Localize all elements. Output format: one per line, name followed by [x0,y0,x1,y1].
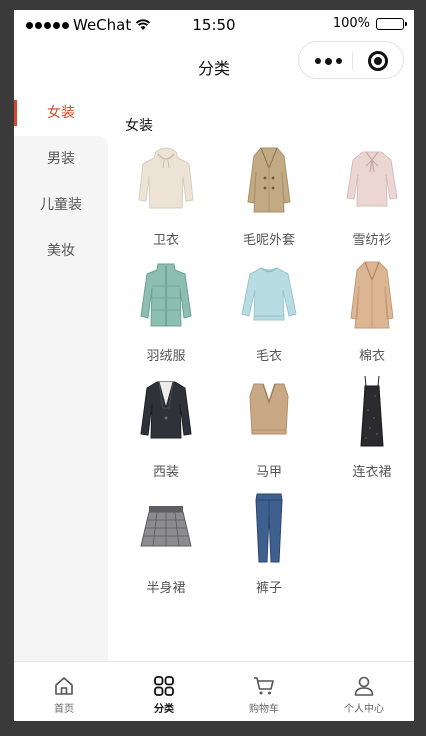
category-item-hoodie[interactable]: 卫衣 [125,140,207,256]
category-item-label: 卫衣 [152,233,179,248]
category-item-down-jacket[interactable]: 羽绒服 [125,256,207,372]
category-item-label: 雪纺衫 [352,233,392,248]
battery-percent: 100% [332,16,370,31]
sidebar-background [14,274,108,661]
tab-profile[interactable]: 个人中心 [314,662,414,721]
vest-icon [249,383,289,435]
battery-icon [376,17,407,30]
category-item-label: 毛衣 [255,349,282,364]
sidebar-item-kids[interactable]: 儿童装 [14,182,108,228]
sidebar-item-label: 儿童装 [40,197,82,213]
category-item-sweater[interactable]: 毛衣 [228,256,310,372]
section-title: 女装 [125,118,153,134]
category-grid-icon [154,676,174,696]
down-jacket-icon [140,263,192,327]
navigation-bar: 分类 [14,40,414,90]
category-item-chiffon[interactable]: 雪纺衫 [331,140,413,256]
user-icon [354,676,374,696]
category-item-jeans[interactable]: 裤子 [228,488,310,604]
category-item-skirt[interactable]: 半身裙 [125,488,207,604]
miniprogram-capsule [298,41,404,79]
category-item-vest[interactable]: 马甲 [228,372,310,488]
category-item-cotton-coat[interactable]: 棉衣 [331,256,413,372]
sidebar-item-mens[interactable]: 男装 [14,136,108,182]
sidebar-item-label: 女装 [47,105,75,121]
sweater-icon [241,267,297,321]
sidebar-item-beauty[interactable]: 美妆 [14,228,108,274]
category-item-label: 裤子 [255,581,282,596]
status-right: 100% [332,16,407,31]
wool-coat-icon [247,147,291,213]
tab-label: 分类 [154,704,174,715]
more-icon[interactable] [315,57,342,65]
close-circle-icon[interactable] [368,51,388,71]
status-bar: WeChat 15:50 100% [14,10,414,40]
category-item-label: 羽绒服 [146,349,186,364]
category-item-wool-coat[interactable]: 毛呢外套 [228,140,310,256]
blazer-icon [140,381,192,439]
tab-home[interactable]: 首页 [14,662,114,721]
tab-label: 个人中心 [344,704,384,715]
category-item-label: 毛呢外套 [242,233,295,248]
category-item-label: 西装 [152,465,179,480]
dress-icon [360,375,384,447]
tab-label: 首页 [54,704,74,715]
category-sidebar: 女装 男装 儿童装 美妆 [14,90,108,661]
bottom-tab-bar: 首页 分类 购物车 个人中心 [14,661,414,721]
sidebar-item-label: 美妆 [47,243,75,259]
sidebar-item-womens[interactable]: 女装 [14,90,108,136]
chiffon-blouse-icon [346,151,398,207]
hoodie-icon [138,147,194,209]
cotton-coat-icon [350,261,394,329]
tab-category[interactable]: 分类 [114,662,214,721]
cart-icon [254,677,274,695]
tab-label: 购物车 [249,704,279,715]
tab-cart[interactable]: 购物车 [214,662,314,721]
category-item-label: 半身裙 [146,581,186,596]
category-item-label: 马甲 [255,465,282,480]
category-item-dress[interactable]: 连衣裙 [331,372,413,488]
home-icon [55,677,73,695]
sidebar-item-label: 男装 [47,151,75,167]
capsule-divider [352,52,353,70]
category-item-label: 连衣裙 [352,465,392,480]
category-content: 女装 卫衣 毛呢外套 雪纺衫 羽绒服 毛衣 棉衣 西装 马甲 连衣裙 半身裙 裤… [108,90,414,661]
category-item-blazer[interactable]: 西装 [125,372,207,488]
category-item-label: 棉衣 [358,349,385,364]
jeans-icon [255,493,283,563]
skirt-icon [140,506,192,547]
phone-screen: WeChat 15:50 100% 分类 女装 男装 儿童装 美妆 女装 卫衣 … [14,10,414,721]
